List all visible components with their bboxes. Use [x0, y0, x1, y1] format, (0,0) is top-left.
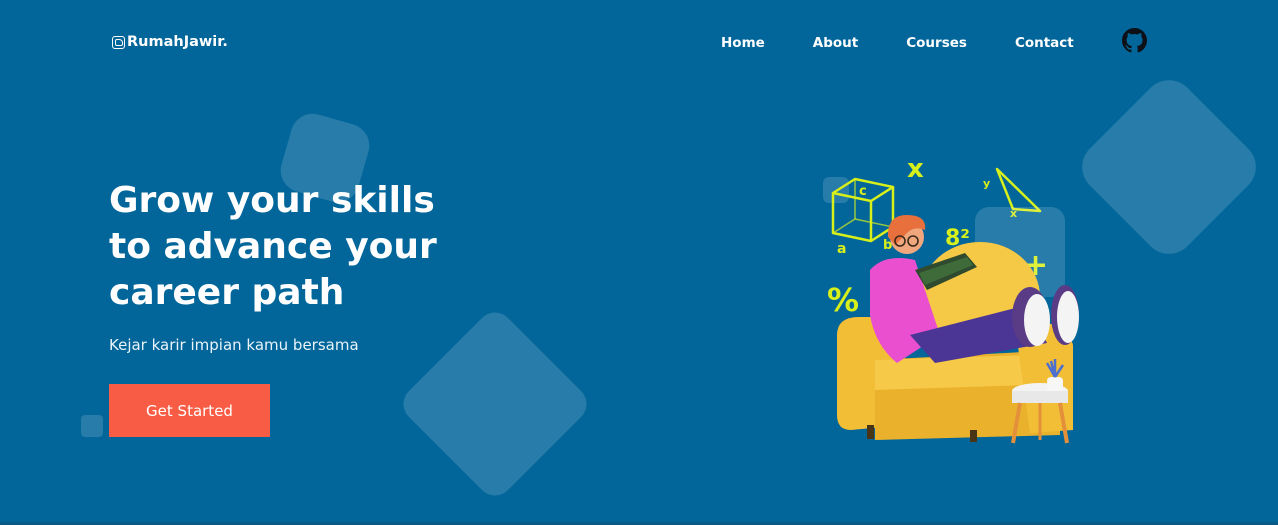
- glyph-x: x: [907, 154, 924, 184]
- nav-courses[interactable]: Courses: [906, 35, 967, 51]
- brand-name: RumahJawir.: [127, 34, 228, 50]
- logo-icon: [112, 35, 125, 49]
- hero-title-line: Grow your skills: [109, 180, 435, 221]
- nav-contact[interactable]: Contact: [1015, 35, 1074, 51]
- hero-title-line: career path: [109, 272, 345, 313]
- glyph-percent: %: [827, 281, 859, 319]
- glyph-a: a: [837, 241, 846, 257]
- main-nav: Home About Courses Contact: [721, 35, 1074, 51]
- glyph-y: y: [983, 177, 990, 190]
- hero-subtitle: Kejar karir impian kamu bersama: [109, 336, 359, 354]
- student-reading-illustration: x c a b y x 8² % + =: [827, 154, 1079, 444]
- hero-title: Grow your skills to advance your career …: [109, 178, 509, 316]
- hero-title-line: to advance your: [109, 226, 437, 267]
- decorative-shape: [396, 305, 594, 503]
- nav-about[interactable]: About: [813, 35, 858, 51]
- nav-home[interactable]: Home: [721, 35, 765, 51]
- decorative-shape: [1071, 69, 1267, 265]
- github-icon[interactable]: [1122, 28, 1147, 53]
- glyph-c: c: [859, 184, 867, 199]
- decorative-shape: [81, 415, 103, 437]
- brand-logo[interactable]: RumahJawir.: [112, 34, 228, 50]
- get-started-button[interactable]: Get Started: [109, 384, 270, 437]
